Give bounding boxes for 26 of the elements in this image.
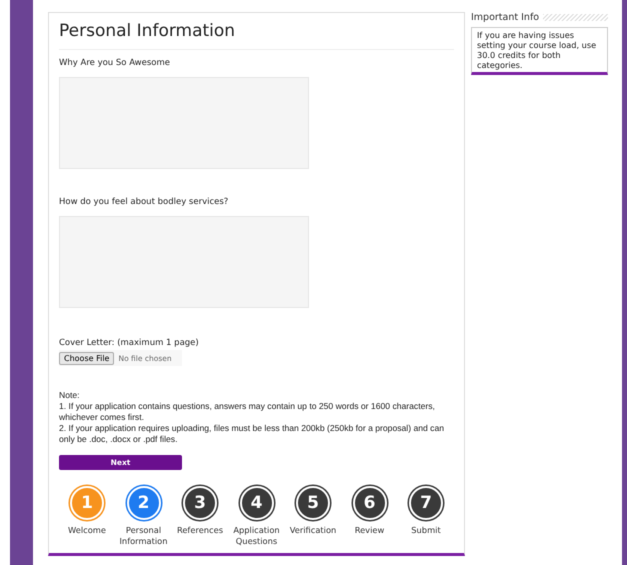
question-label: How do you feel about bodley services? [59,197,228,207]
note-text: 1. If your application contains questions, answers may contain up to 250 words or 1600 characters, whichever comes first. [59,401,436,423]
step-label: Verification [290,525,336,536]
step-label: Application Questions [232,525,281,547]
step-number[interactable]: 2 [126,486,160,520]
upload-label: Cover Letter: (maximum 1 page) [59,338,199,348]
sidebar-title: Important Info [471,12,540,23]
answer-box[interactable] [59,216,309,308]
page-title: Personal Information [59,20,236,43]
step-number[interactable]: 4 [240,486,274,520]
step-number[interactable]: 6 [352,486,386,520]
stripe-pattern [543,14,608,21]
step-label: Welcome [68,525,106,536]
choose-file-button[interactable]: Choose File [59,352,114,364]
step-label: References [176,525,224,536]
step-number[interactable]: 7 [409,486,443,520]
answer-box[interactable] [59,77,309,169]
note-heading: Note: [59,390,81,401]
step-number[interactable]: 3 [183,486,217,520]
note-text: 2. If your application requires uploading, files must be less than 200kb (250kb for a proposal) and can only be .doc, .docx or .pdf files. [59,423,446,445]
question-label: Why Are you So Awesome [59,58,170,68]
step-label: Review [354,525,384,536]
step-label: Personal Information [118,525,169,547]
step-number[interactable]: 5 [296,486,330,520]
step-label: Submit [411,525,441,536]
info-text: If you are having issues setting your course load, use 30.0 credits for both categories. [471,27,608,75]
